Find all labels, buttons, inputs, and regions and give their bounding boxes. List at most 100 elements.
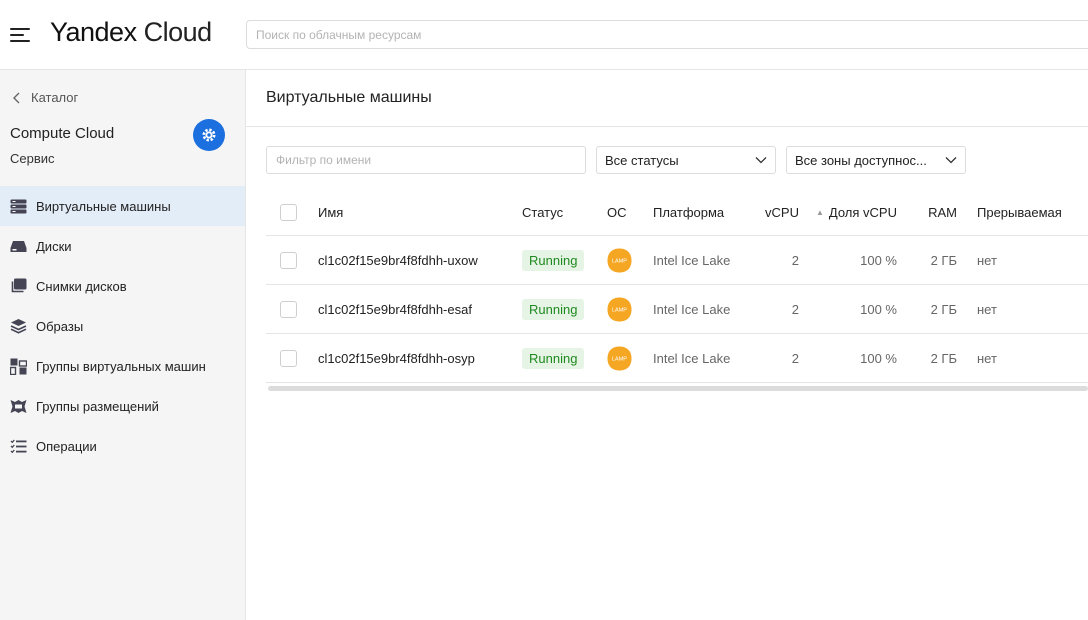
select-all-cell xyxy=(280,190,297,235)
sidebar-item-virtual-machines[interactable]: Виртуальные машины xyxy=(0,186,245,226)
vcpu-share-cell: 100 % xyxy=(860,301,897,317)
sidebar-item-operations[interactable]: Операции xyxy=(0,426,245,466)
lamp-os-icon: LAMP xyxy=(607,346,632,370)
table-row[interactable]: cl1c02f15e9br4f8fdhh-uxow Running LAMP I… xyxy=(266,236,1088,285)
hamburger-menu-icon[interactable] xyxy=(10,26,30,42)
status-cell: Running xyxy=(522,236,585,284)
sidebar: Каталог Compute Cloud Сервис Виртуальные… xyxy=(0,70,246,620)
sidebar-item-label: Снимки дисков xyxy=(36,278,127,294)
search-input[interactable] xyxy=(247,21,1088,48)
ram-cell: 2 ГБ xyxy=(930,350,957,366)
vm-table: Имя Статус ОС Платформа vCPU ▲ Доля vCPU… xyxy=(266,190,1088,383)
table-row[interactable]: cl1c02f15e9br4f8fdhh-esaf Running LAMP I… xyxy=(266,285,1088,334)
horizontal-scrollbar[interactable] xyxy=(268,386,1088,391)
sidebar-item-label: Операции xyxy=(36,438,97,454)
sidebar-nav: Виртуальные машины Диски Снимки дисков О… xyxy=(0,186,245,466)
zone-select[interactable]: Все зоны доступнос... xyxy=(786,146,966,174)
vcpu-cell: 2 xyxy=(791,252,799,268)
sidebar-item-disks[interactable]: Диски xyxy=(0,226,245,266)
vcpu-cell: 2 xyxy=(791,350,799,366)
status-cell: Running xyxy=(522,334,585,382)
vcpu-cell: 2 xyxy=(791,301,799,317)
page-title: Виртуальные машины xyxy=(266,89,432,106)
status-badge: Running xyxy=(522,249,585,271)
list-icon xyxy=(10,438,27,455)
placement-icon xyxy=(10,398,27,415)
row-select-cell xyxy=(280,334,297,382)
lamp-os-icon: LAMP xyxy=(607,248,632,272)
vm-name[interactable]: cl1c02f15e9br4f8fdhh-esaf xyxy=(318,285,472,333)
row-checkbox[interactable] xyxy=(280,349,297,367)
os-icon-label: LAMP xyxy=(612,258,627,264)
title-divider xyxy=(246,126,1088,127)
status-cell: Running xyxy=(522,285,585,333)
sidebar-item-label: Группы виртуальных машин xyxy=(36,358,206,374)
name-filter-input[interactable] xyxy=(267,147,585,173)
chevron-down-icon xyxy=(755,157,767,164)
sidebar-item-placement-groups[interactable]: Группы размещений xyxy=(0,386,245,426)
os-icon-label: LAMP xyxy=(612,307,627,313)
logo-product: Cloud xyxy=(143,17,213,47)
status-badge: Running xyxy=(522,298,585,320)
os-cell: LAMP xyxy=(607,334,632,382)
os-icon-label: LAMP xyxy=(612,356,627,362)
logo-brand: Yandex xyxy=(50,17,137,47)
snapshot-icon xyxy=(10,278,27,295)
zone-select-value: Все зоны доступнос... xyxy=(795,152,927,168)
row-checkbox[interactable] xyxy=(280,251,297,269)
interruptible-cell: нет xyxy=(977,252,997,268)
layers-icon xyxy=(10,318,27,335)
sidebar-item-vm-groups[interactable]: Группы виртуальных машин xyxy=(0,346,245,386)
row-checkbox[interactable] xyxy=(280,300,297,318)
gear-icon xyxy=(202,128,216,142)
group-icon xyxy=(10,358,27,375)
column-header-vcpu[interactable]: vCPU xyxy=(746,190,799,235)
top-header: Yandex Cloud xyxy=(0,0,1088,70)
column-header-ram[interactable]: RAM xyxy=(906,190,957,235)
column-header-name[interactable]: Имя xyxy=(318,190,343,235)
row-select-cell xyxy=(280,236,297,284)
vcpu-share-cell: 100 % xyxy=(860,350,897,366)
status-badge: Running xyxy=(522,347,585,369)
select-all-checkbox[interactable] xyxy=(280,204,297,221)
sidebar-item-label: Группы размещений xyxy=(36,398,159,414)
name-filter xyxy=(266,146,586,174)
sidebar-item-images[interactable]: Образы xyxy=(0,306,245,346)
column-header-status[interactable]: Статус xyxy=(522,190,563,235)
platform-cell: Intel Ice Lake xyxy=(653,350,731,366)
chevron-left-icon xyxy=(13,92,20,103)
search-box xyxy=(246,20,1088,49)
service-settings-button[interactable] xyxy=(193,119,225,151)
ram-cell: 2 ГБ xyxy=(930,301,957,317)
sidebar-item-label: Диски xyxy=(36,238,72,254)
status-select[interactable]: Все статусы xyxy=(596,146,776,174)
service-title: Compute Cloud xyxy=(10,125,115,142)
interruptible-cell: нет xyxy=(977,301,997,317)
sort-asc-icon: ▲ xyxy=(815,208,824,217)
back-to-catalog-link[interactable]: Каталог xyxy=(12,90,78,105)
os-cell: LAMP xyxy=(607,285,632,333)
lamp-os-icon: LAMP xyxy=(607,297,632,321)
column-header-vcpu-share[interactable]: ▲ Доля vCPU xyxy=(806,190,897,235)
column-header-interruptible[interactable]: Прерываемая xyxy=(977,190,1062,235)
platform-cell: Intel Ice Lake xyxy=(653,252,731,268)
table-row[interactable]: cl1c02f15e9br4f8fdhh-osyp Running LAMP I… xyxy=(266,334,1088,383)
column-header-vcpu-share-label: Доля vCPU xyxy=(828,205,897,220)
status-select-value: Все статусы xyxy=(605,152,679,168)
column-header-platform[interactable]: Платформа xyxy=(653,190,724,235)
server-icon xyxy=(10,198,27,215)
main-content: Виртуальные машины Все статусы Все зоны … xyxy=(246,70,1088,620)
sidebar-item-disk-snapshots[interactable]: Снимки дисков xyxy=(0,266,245,306)
row-select-cell xyxy=(280,285,297,333)
interruptible-cell: нет xyxy=(977,350,997,366)
vcpu-share-cell: 100 % xyxy=(860,252,897,268)
back-label: Каталог xyxy=(31,90,79,105)
column-header-os[interactable]: ОС xyxy=(607,190,627,235)
vm-name[interactable]: cl1c02f15e9br4f8fdhh-osyp xyxy=(318,334,475,382)
sidebar-item-label: Виртуальные машины xyxy=(36,198,171,214)
chevron-down-icon xyxy=(945,157,957,164)
ram-cell: 2 ГБ xyxy=(930,252,957,268)
yandex-cloud-logo[interactable]: Yandex Cloud xyxy=(50,17,212,48)
service-subtitle: Сервис xyxy=(10,151,55,166)
vm-name[interactable]: cl1c02f15e9br4f8fdhh-uxow xyxy=(318,236,478,284)
